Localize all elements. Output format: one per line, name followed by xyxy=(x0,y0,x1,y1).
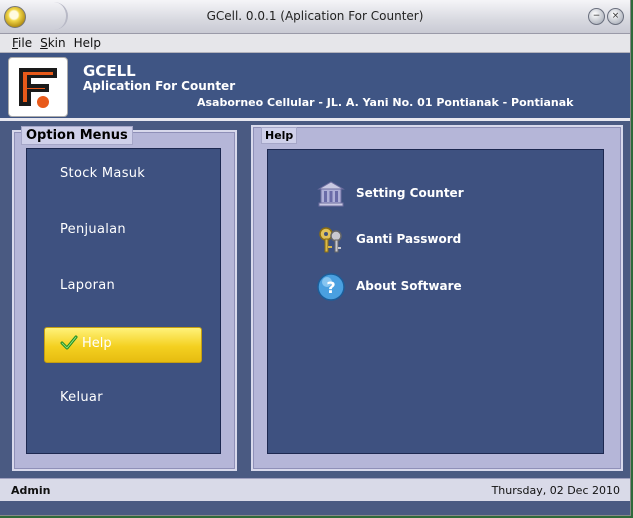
app-subtitle: Aplication For Counter xyxy=(83,79,236,93)
menu-bar: File Skin Help xyxy=(0,34,630,53)
window-bottom-border xyxy=(0,501,630,515)
help-list: Setting Counter Ganti Password ? About S… xyxy=(267,149,604,454)
menu-item-laporan[interactable]: Laporan xyxy=(60,278,115,293)
title-bar[interactable]: GCell. 0.0.1 (Aplication For Counter) − … xyxy=(0,0,630,34)
menu-help[interactable]: Help xyxy=(70,34,105,50)
menu-item-stock-masuk[interactable]: Stock Masuk xyxy=(60,166,145,181)
app-logo xyxy=(8,57,68,117)
app-name: GCELL xyxy=(83,62,136,80)
help-item-label: About Software xyxy=(356,279,462,293)
app-window: GCell. 0.0.1 (Aplication For Counter) − … xyxy=(0,0,631,516)
option-menus-title: Option Menus xyxy=(21,126,133,145)
keys-icon xyxy=(319,227,342,253)
minimize-button[interactable]: − xyxy=(588,8,605,25)
option-menus-panel: Option Menus Stock Masuk Penjualan Lapor… xyxy=(12,126,237,471)
status-date: Thursday, 02 Dec 2010 xyxy=(491,484,620,497)
menu-item-keluar[interactable]: Keluar xyxy=(60,390,103,405)
menu-item-penjualan[interactable]: Penjualan xyxy=(60,222,126,237)
header-divider xyxy=(0,118,630,121)
menu-file[interactable]: File xyxy=(8,34,36,50)
question-icon: ? xyxy=(317,273,345,301)
help-panel-title: Help xyxy=(261,127,298,144)
option-menu-list: Stock Masuk Penjualan Laporan Help Kelua… xyxy=(26,148,221,454)
close-button[interactable]: × xyxy=(607,8,624,25)
menu-skin[interactable]: Skin xyxy=(36,34,70,50)
status-user: Admin xyxy=(11,484,51,497)
checkmark-icon xyxy=(60,335,78,350)
building-icon xyxy=(317,181,345,207)
company-address: Asaborneo Cellular - JL. A. Yani No. 01 … xyxy=(197,96,574,109)
window-title: GCell. 0.0.1 (Aplication For Counter) xyxy=(206,9,424,23)
menu-item-help[interactable]: Help xyxy=(44,327,202,363)
help-item-label: Ganti Password xyxy=(356,232,462,246)
svg-text:?: ? xyxy=(326,278,335,297)
header-banner: GCELL Aplication For Counter Asaborneo C… xyxy=(0,53,630,118)
help-panel: Help Setting Counter Ganti Password ? Ab… xyxy=(251,125,623,471)
status-bar: Admin Thursday, 02 Dec 2010 xyxy=(0,478,630,502)
help-item-label: Setting Counter xyxy=(356,186,464,200)
menu-item-help-label: Help xyxy=(82,336,112,351)
